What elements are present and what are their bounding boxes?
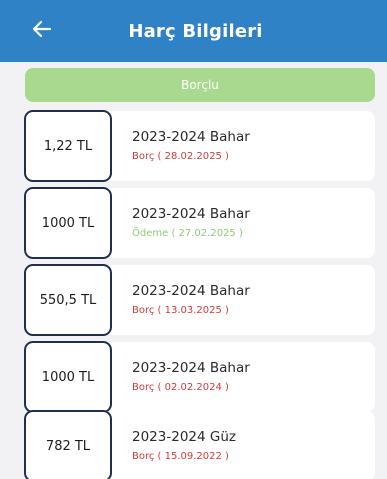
term-label: 2023-2024 Bahar	[132, 360, 250, 376]
status-label: Borç ( 02.02.2024 )	[132, 382, 229, 393]
status-label: Ödeme ( 27.02.2025 )	[132, 228, 243, 239]
status-label: Borç ( 13.03.2025 )	[132, 305, 229, 316]
fee-row[interactable]: 1000 TL 2023-2024 Bahar Ödeme ( 27.02.20…	[24, 187, 375, 259]
fee-row[interactable]: 1000 TL 2023-2024 Bahar Borç ( 02.02.202…	[24, 341, 375, 413]
term-label: 2023-2024 Bahar	[132, 206, 250, 222]
term-label: 2023-2024 Güz	[132, 429, 236, 445]
page-title: Harç Bilgileri	[128, 20, 263, 42]
amount-badge: 1,22 TL	[24, 110, 112, 182]
term-label: 2023-2024 Bahar	[132, 283, 250, 299]
back-button[interactable]	[30, 18, 54, 44]
term-label: 2023-2024 Bahar	[132, 129, 250, 145]
status-label: Borç ( 28.02.2025 )	[132, 151, 229, 162]
amount-badge: 550,5 TL	[24, 264, 112, 336]
app-screen: Harç Bilgileri Borçlu 1,22 TL 2023-2024 …	[0, 0, 387, 479]
fee-row[interactable]: 1,22 TL 2023-2024 Bahar Borç ( 28.02.202…	[24, 110, 375, 182]
status-filter-button[interactable]: Borçlu	[25, 68, 375, 102]
amount-badge: 1000 TL	[24, 187, 112, 259]
app-header: Harç Bilgileri	[0, 0, 387, 62]
amount-badge: 1000 TL	[24, 341, 112, 413]
arrow-left-icon	[32, 20, 52, 42]
status-label: Borç ( 15.09.2022 )	[132, 451, 229, 462]
fee-row[interactable]: 550,5 TL 2023-2024 Bahar Borç ( 13.03.20…	[24, 264, 375, 336]
fee-row[interactable]: 782 TL 2023-2024 Güz Borç ( 15.09.2022 )	[24, 410, 375, 479]
amount-badge: 782 TL	[24, 410, 112, 479]
